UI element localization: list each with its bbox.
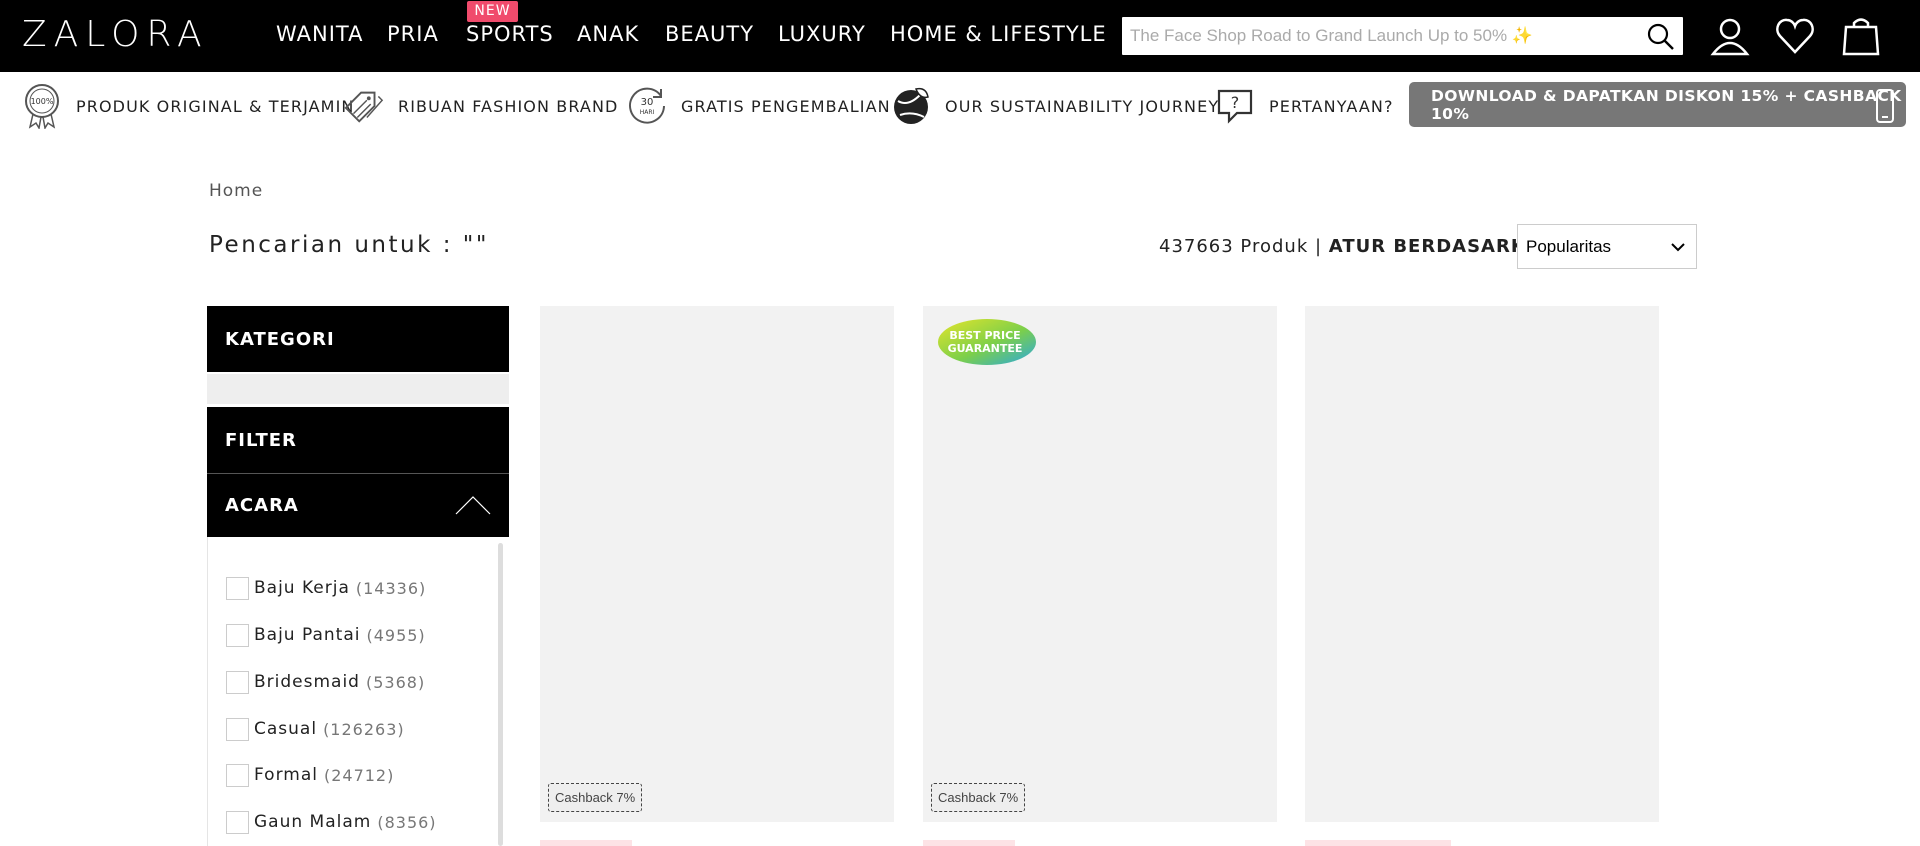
globe-leaf-icon bbox=[889, 84, 933, 128]
product-count: 437663 Produk | bbox=[1159, 236, 1323, 257]
filter-option-label: Gaun Malam bbox=[254, 812, 372, 832]
category-list-empty bbox=[207, 374, 509, 404]
zalora-logo[interactable]: ZALORA bbox=[22, 14, 209, 55]
chevron-up-icon[interactable] bbox=[455, 494, 491, 516]
filter-option-bridesmaid[interactable]: Bridesmaid (5368) bbox=[226, 668, 425, 696]
result-count: 437663 Produk | ATUR BERDASARKAN bbox=[1159, 236, 1557, 257]
question-bubble-icon: ? bbox=[1213, 84, 1257, 128]
filter-option-count: (5368) bbox=[365, 672, 426, 692]
svg-text:100%: 100% bbox=[31, 97, 54, 106]
new-badge: NEW bbox=[467, 1, 518, 22]
discount-tag bbox=[923, 840, 1015, 846]
usp-brands[interactable]: RIBUAN FASHION BRAND bbox=[342, 80, 618, 132]
checkbox[interactable] bbox=[226, 576, 249, 600]
usp-label: PERTANYAAN? bbox=[1269, 96, 1394, 116]
breadcrumb-home[interactable]: Home bbox=[209, 181, 263, 201]
nav-item-beauty[interactable]: BEAUTY bbox=[665, 22, 754, 46]
checkbox[interactable] bbox=[226, 763, 249, 787]
nav-item-home-lifestyle[interactable]: HOME & LIFESTYLE bbox=[890, 22, 1107, 46]
product-card[interactable]: Cashback 7% bbox=[540, 306, 894, 822]
filter-option-count: (4955) bbox=[366, 625, 426, 645]
checkbox[interactable] bbox=[226, 717, 249, 741]
usp-free-return[interactable]: 30 HARI GRATIS PENGEMBALIAN bbox=[625, 80, 891, 132]
filter-option-label: Bridesmaid bbox=[254, 672, 360, 692]
svg-text:30: 30 bbox=[641, 97, 654, 108]
sort-dropdown[interactable]: Popularitas bbox=[1517, 224, 1697, 269]
filter-option-gaun-malam[interactable]: Gaun Malam (8356) bbox=[226, 808, 437, 836]
category-header[interactable]: KATEGORI bbox=[207, 306, 509, 372]
filter-option-count: (24712) bbox=[323, 765, 395, 785]
filter-option-label: Baju Pantai bbox=[254, 625, 361, 645]
search-input[interactable] bbox=[1130, 23, 1630, 49]
filter-option-count: (8356) bbox=[377, 812, 437, 832]
account-icon[interactable] bbox=[1708, 14, 1752, 58]
filter-option-count: (14336) bbox=[355, 578, 427, 598]
nav-item-anak[interactable]: ANAK bbox=[577, 22, 639, 46]
price-tags-icon bbox=[342, 84, 386, 128]
wishlist-heart-icon[interactable] bbox=[1773, 14, 1817, 58]
nav-item-sports[interactable]: SPORTS bbox=[466, 22, 554, 46]
filter-option-formal[interactable]: Formal (24712) bbox=[226, 761, 394, 789]
filter-option-label: Formal bbox=[254, 765, 318, 785]
filter-option-count: (126263) bbox=[323, 719, 405, 739]
original-badge-icon: 100% bbox=[20, 84, 64, 129]
occasion-header-label: ACARA bbox=[225, 495, 299, 516]
filter-option-label: Baju Kerja bbox=[254, 578, 350, 598]
usp-sustainability[interactable]: OUR SUSTAINABILITY JOURNEY bbox=[889, 80, 1219, 132]
usp-faq[interactable]: ? PERTANYAAN? bbox=[1213, 80, 1394, 132]
occasion-filter-list: Baju Kerja (14336) Baju Pantai (4955) Br… bbox=[207, 537, 509, 846]
filter-option-label: Casual bbox=[254, 719, 318, 739]
svg-text:BEST PRICE: BEST PRICE bbox=[949, 329, 1020, 342]
page-title: Pencarian untuk : "" bbox=[209, 232, 489, 258]
svg-text:?: ? bbox=[1231, 93, 1240, 112]
sort-selected-value: Popularitas bbox=[1526, 236, 1612, 256]
usp-label: GRATIS PENGEMBALIAN bbox=[681, 96, 891, 116]
top-navigation-bar: ZALORA WANITA PRIA NEW SPORTS ANAK BEAUT… bbox=[0, 0, 1920, 72]
search-bar bbox=[1122, 17, 1683, 55]
filter-header-label: FILTER bbox=[225, 429, 297, 451]
filter-option-casual[interactable]: Casual (126263) bbox=[226, 715, 405, 743]
discount-tag bbox=[1305, 840, 1451, 846]
product-card[interactable] bbox=[1305, 306, 1659, 822]
download-app-banner[interactable]: DOWNLOAD & DAPATKAN DISKON 15% + CASHBAC… bbox=[1409, 82, 1906, 127]
usp-original[interactable]: 100% PRODUK ORIGINAL & TERJAMIN bbox=[20, 80, 354, 132]
nav-item-luxury[interactable]: LUXURY bbox=[778, 22, 866, 46]
nav-item-pria[interactable]: PRIA bbox=[387, 22, 439, 46]
checkbox[interactable] bbox=[226, 670, 249, 694]
cashback-badge: Cashback 7% bbox=[931, 783, 1026, 812]
checkbox[interactable] bbox=[226, 623, 249, 647]
search-icon[interactable] bbox=[1647, 23, 1675, 51]
usp-label: PRODUK ORIGINAL & TERJAMIN bbox=[76, 96, 355, 116]
phone-icon bbox=[1876, 89, 1894, 123]
occasion-header[interactable]: ACARA bbox=[207, 473, 509, 537]
category-header-label: KATEGORI bbox=[225, 328, 335, 350]
product-card[interactable]: BEST PRICE GUARANTEE Cashback 7% bbox=[923, 306, 1277, 822]
best-price-guarantee-badge: BEST PRICE GUARANTEE bbox=[938, 319, 1036, 365]
usp-label: OUR SUSTAINABILITY JOURNEY bbox=[945, 96, 1220, 116]
30-days-return-icon: 30 HARI bbox=[625, 84, 669, 128]
svg-text:HARI: HARI bbox=[640, 109, 655, 116]
filter-header: FILTER bbox=[207, 407, 509, 473]
checkbox[interactable] bbox=[226, 810, 249, 834]
filter-scrollbar[interactable] bbox=[498, 543, 503, 846]
shopping-bag-icon[interactable] bbox=[1839, 14, 1883, 58]
download-banner-text: DOWNLOAD & DAPATKAN DISKON 15% + CASHBAC… bbox=[1431, 86, 1902, 123]
svg-text:GUARANTEE: GUARANTEE bbox=[948, 342, 1023, 355]
usp-label: RIBUAN FASHION BRAND bbox=[398, 96, 619, 116]
chevron-down-icon bbox=[1671, 243, 1685, 252]
discount-tag bbox=[540, 840, 632, 846]
cashback-badge: Cashback 7% bbox=[548, 783, 643, 812]
filter-option-baju-pantai[interactable]: Baju Pantai (4955) bbox=[226, 621, 426, 649]
nav-item-wanita[interactable]: WANITA bbox=[276, 22, 363, 46]
filter-option-baju-kerja[interactable]: Baju Kerja (14336) bbox=[226, 574, 426, 602]
